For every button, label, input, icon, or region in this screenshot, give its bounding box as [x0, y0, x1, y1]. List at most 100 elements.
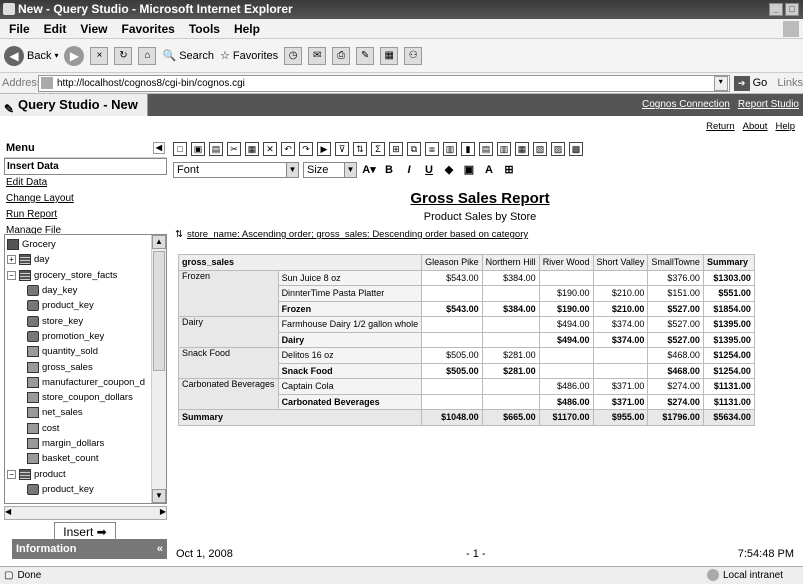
report-studio-link[interactable]: Report Studio: [738, 99, 799, 110]
report-title[interactable]: Gross Sales Report: [405, 190, 555, 207]
value-cell[interactable]: [421, 316, 483, 333]
value-cell[interactable]: [481, 331, 540, 348]
information-panel-header[interactable]: Information «: [12, 539, 167, 559]
favorites-button[interactable]: ☆ Favorites: [220, 49, 278, 63]
value-cell[interactable]: $505.00: [421, 347, 483, 364]
summary-label[interactable]: Summary: [177, 409, 423, 426]
menu-change-layout[interactable]: Change Layout: [4, 191, 167, 207]
value-cell[interactable]: [538, 269, 594, 286]
value-cell[interactable]: $384.00: [481, 269, 540, 286]
tree-item[interactable]: product_key: [7, 482, 152, 497]
home-button[interactable]: ⌂: [138, 46, 157, 65]
chart-icon[interactable]: ▮: [461, 142, 475, 156]
category-cell[interactable]: Frozen: [178, 269, 279, 317]
search-button[interactable]: 🔍 Search: [162, 49, 214, 63]
paste-icon[interactable]: ▦: [245, 142, 259, 156]
tree-horizontal-scrollbar[interactable]: ◀ ▶: [4, 506, 167, 520]
tree-item[interactable]: store_key: [7, 313, 152, 328]
summary-value[interactable]: $1796.00: [647, 409, 704, 426]
product-cell[interactable]: Delitos 16 oz: [277, 347, 423, 364]
address-dropdown[interactable]: ▾: [713, 75, 728, 91]
value-cell[interactable]: $494.00: [538, 316, 594, 333]
menu-tools[interactable]: Tools: [182, 22, 227, 36]
subtotal-label[interactable]: Dairy: [277, 331, 423, 348]
layout-icon-1[interactable]: ▤: [479, 142, 493, 156]
size-select[interactable]: Size ▼: [303, 162, 357, 178]
value-cell[interactable]: [481, 378, 540, 395]
column-header[interactable]: Northern Hill: [481, 254, 540, 271]
menu-edit[interactable]: Edit: [37, 22, 74, 36]
menu-run-report[interactable]: Run Report: [4, 207, 167, 223]
tree-vertical-scrollbar[interactable]: ▲ ▼: [151, 235, 166, 503]
edit-page-button[interactable]: ✎: [356, 46, 375, 65]
tree-item[interactable]: net_sales: [7, 405, 152, 420]
value-cell[interactable]: [421, 331, 483, 348]
value-cell[interactable]: [538, 347, 594, 364]
sort-description[interactable]: store_name: Ascending order; gross_sales…: [187, 229, 528, 240]
minimize-button[interactable]: _: [769, 3, 783, 16]
save-icon[interactable]: ▣: [191, 142, 205, 156]
value-cell[interactable]: $371.00: [592, 378, 649, 395]
value-cell[interactable]: $494.00: [538, 331, 594, 348]
value-cell[interactable]: $468.00: [647, 347, 704, 364]
scroll-left-icon[interactable]: ◀: [5, 507, 11, 519]
layout-icon-3[interactable]: ▦: [515, 142, 529, 156]
tree-item[interactable]: store_coupon_dollars: [7, 390, 152, 405]
value-cell[interactable]: $281.00: [481, 347, 540, 364]
border-icon[interactable]: ▣: [461, 162, 477, 178]
scroll-down-icon[interactable]: ▼: [152, 489, 166, 503]
filter-icon[interactable]: ⊽: [335, 142, 349, 156]
menu-file[interactable]: File: [2, 22, 37, 36]
value-cell[interactable]: $527.00: [647, 300, 704, 317]
tree-item[interactable]: day_key: [7, 283, 152, 298]
value-cell[interactable]: [421, 285, 483, 302]
menu-favorites[interactable]: Favorites: [114, 22, 181, 36]
cognos-connection-link[interactable]: Cognos Connection: [642, 99, 730, 110]
column-header[interactable]: SmallTowne: [647, 254, 704, 271]
subtotal-label[interactable]: Carbonated Beverages: [277, 393, 423, 410]
scroll-right-icon[interactable]: ▶: [160, 507, 166, 519]
tree-item[interactable]: gross_sales: [7, 359, 152, 374]
value-cell[interactable]: [481, 285, 540, 302]
value-cell[interactable]: $543.00: [421, 300, 483, 317]
tree-item[interactable]: margin_dollars: [7, 436, 152, 451]
refresh-button[interactable]: ↻: [114, 46, 133, 65]
layout-icon-5[interactable]: ▨: [551, 142, 565, 156]
bold-icon[interactable]: B: [381, 162, 397, 178]
value-cell[interactable]: [421, 393, 483, 410]
product-cell[interactable]: Sun Juice 8 oz: [277, 269, 423, 286]
product-cell[interactable]: Farmhouse Dairy 1/2 gallon whole: [277, 316, 423, 333]
value-cell[interactable]: [421, 378, 483, 395]
value-cell[interactable]: [538, 362, 594, 379]
delete-icon[interactable]: ✕: [263, 142, 277, 156]
value-cell[interactable]: $486.00: [538, 378, 594, 395]
messenger-button[interactable]: ⚇: [404, 46, 423, 65]
value-cell[interactable]: $505.00: [421, 362, 483, 379]
menu-help[interactable]: Help: [227, 22, 267, 36]
value-cell[interactable]: [592, 347, 649, 364]
value-cell[interactable]: $374.00: [592, 331, 649, 348]
value-cell[interactable]: $151.00: [647, 285, 704, 302]
value-cell[interactable]: $190.00: [538, 285, 594, 302]
links-button[interactable]: Links: [777, 77, 803, 89]
subtotal-label[interactable]: Snack Food: [277, 362, 423, 379]
value-cell[interactable]: $376.00: [647, 269, 704, 286]
italic-icon[interactable]: I: [401, 162, 417, 178]
value-cell[interactable]: $1131.00: [702, 378, 755, 395]
tree-item[interactable]: − grocery_store_facts: [7, 268, 152, 283]
value-cell[interactable]: $210.00: [592, 285, 649, 302]
scroll-up-icon[interactable]: ▲: [152, 235, 166, 249]
value-cell[interactable]: $1254.00: [702, 347, 755, 364]
data-tree[interactable]: Grocery + day − grocery_store_facts day_key pr…: [4, 234, 167, 504]
value-cell[interactable]: $371.00: [592, 393, 649, 410]
column-header[interactable]: Gleason Pike: [421, 254, 483, 271]
format-data-icon[interactable]: ⊞: [501, 162, 517, 178]
layout-icon-4[interactable]: ▧: [533, 142, 547, 156]
column-header[interactable]: Short Valley: [592, 254, 649, 271]
font-color-icon[interactable]: A▾: [361, 162, 377, 178]
collapse-icon[interactable]: −: [7, 270, 16, 280]
subtotal-label[interactable]: Frozen: [277, 300, 423, 317]
summarize-icon[interactable]: Σ: [371, 142, 385, 156]
return-link[interactable]: Return: [706, 121, 735, 132]
group-icon[interactable]: ⧉: [407, 142, 421, 156]
